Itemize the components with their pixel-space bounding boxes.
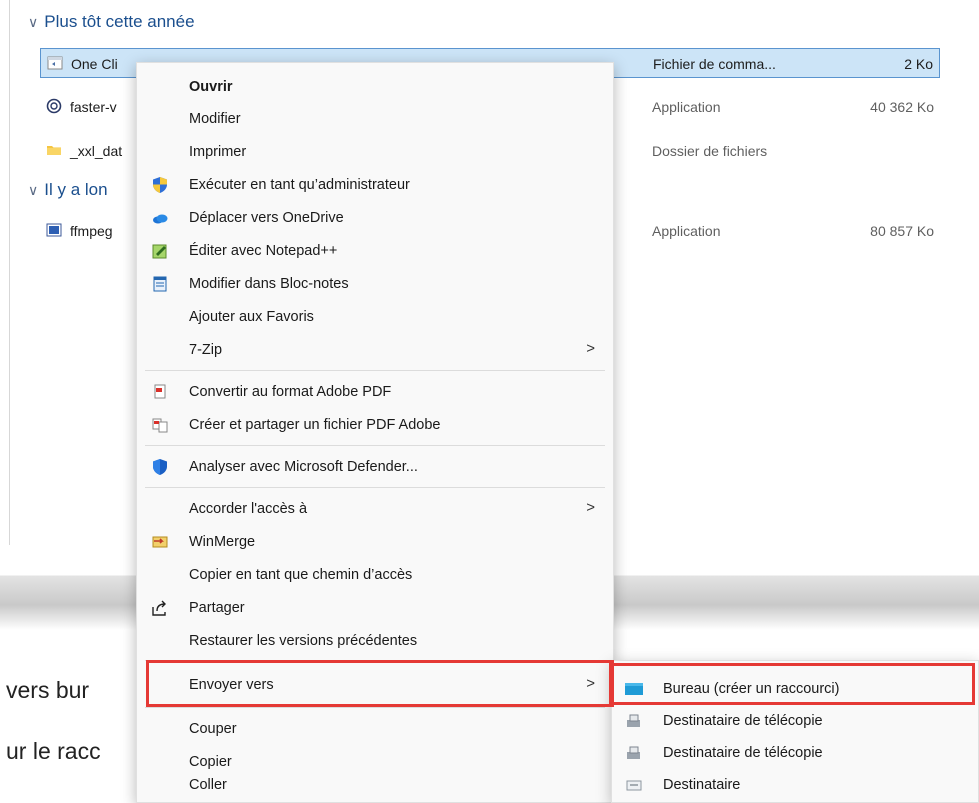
menu-item-winmerge[interactable]: WinMerge [137, 526, 613, 558]
menu-item-label: Créer et partager un fichier PDF Adobe [189, 417, 441, 433]
menu-item-label: Ouvrir [189, 79, 233, 95]
menu-item-notepadpp[interactable]: Éditer avec Notepad++ [137, 235, 613, 267]
file-size: 40 362 Ko [870, 99, 934, 115]
acrobat-share-icon [152, 418, 168, 433]
article-text-line: vers bur [6, 677, 90, 703]
menu-item-label: WinMerge [189, 534, 256, 550]
menu-item-label: Accorder l'accès à [189, 501, 308, 517]
article-text-line: ur le racc [6, 738, 101, 764]
menu-item-label: 7-Zip [189, 342, 223, 358]
application-icon [46, 223, 62, 237]
group-label: Il y a lon [44, 180, 108, 199]
menu-item-label: Exécuter en tant qu’administrateur [189, 177, 410, 193]
menu-item-label: Éditer avec Notepad++ [189, 243, 338, 259]
menu-item-7zip[interactable]: 7-Zip > [137, 334, 613, 366]
share-icon [152, 600, 166, 616]
menu-separator [145, 707, 605, 708]
menu-item-cut[interactable]: Couper [137, 713, 613, 745]
menu-item-label: Imprimer [189, 144, 247, 160]
menu-item-grant-access[interactable]: Accorder l'accès à > [137, 493, 613, 525]
menu-separator [145, 445, 605, 446]
chevron-down-icon: ∨ [28, 181, 39, 198]
uac-shield-icon [153, 177, 167, 193]
menu-item-copy-path[interactable]: Copier en tant que chemin d’accès [137, 559, 613, 591]
fax-icon [627, 714, 640, 727]
menu-item-share-pdf[interactable]: Créer et partager un fichier PDF Adobe [137, 409, 613, 441]
menu-item-label: Copier en tant que chemin d’accès [189, 567, 413, 583]
group-header-this-year[interactable]: ∨ Plus tôt cette année [28, 12, 195, 32]
menu-separator [145, 370, 605, 371]
menu-item-defender-scan[interactable]: Analyser avec Microsoft Defender... [137, 451, 613, 483]
menu-item-label: Partager [189, 600, 245, 616]
group-label: Plus tôt cette année [44, 12, 195, 31]
menu-item-label: Couper [189, 721, 237, 737]
acrobat-pdf-icon [154, 384, 166, 399]
file-type: Dossier de fichiers [652, 143, 768, 159]
menu-item-add-favorites[interactable]: Ajouter aux Favoris [137, 301, 613, 333]
notepadpp-icon [152, 244, 167, 259]
file-type: Fichier de comma... [653, 56, 776, 72]
menu-item-label: Analyser avec Microsoft Defender... [189, 459, 418, 475]
file-name: _xxl_dat [70, 143, 123, 159]
menu-item-label: Coller [189, 777, 227, 793]
folder-icon [47, 146, 61, 155]
winmerge-icon [152, 536, 168, 548]
pane-border [9, 0, 10, 545]
menu-separator [145, 487, 605, 488]
menu-item-label: Copier [189, 754, 232, 770]
menu-item-label: Convertir au format Adobe PDF [189, 384, 392, 400]
menu-item-edit[interactable]: Modifier [137, 103, 613, 135]
submenu-item-label: Destinataire de télécopie [663, 713, 823, 729]
onedrive-cloud-icon [153, 214, 168, 224]
submenu-item-label: Destinataire [663, 777, 741, 793]
fax-icon [627, 746, 640, 759]
file-name: faster-v [70, 99, 117, 115]
menu-item-label: Déplacer vers OneDrive [189, 210, 344, 226]
highlight-desktop-shortcut [609, 663, 975, 705]
menu-item-print[interactable]: Imprimer [137, 136, 613, 168]
menu-item-open[interactable]: Ouvrir [137, 71, 613, 103]
file-type: Application [652, 223, 721, 239]
menu-item-label: Modifier dans Bloc-notes [189, 276, 349, 292]
file-name: ffmpeg [70, 223, 113, 239]
file-size: 80 857 Ko [870, 223, 934, 239]
menu-item-paste[interactable]: Coller [137, 769, 613, 801]
chevron-right-icon: > [586, 499, 595, 516]
chevron-right-icon: > [586, 340, 595, 357]
menu-item-run-as-admin[interactable]: Exécuter en tant qu’administrateur [137, 169, 613, 201]
openai-app-icon [46, 98, 62, 114]
submenu-item-mail-recipient[interactable]: Destinataire [612, 769, 978, 801]
notepad-icon [153, 276, 167, 292]
menu-item-notepad[interactable]: Modifier dans Bloc-notes [137, 268, 613, 300]
menu-item-label: Modifier [189, 111, 241, 127]
file-type: Application [652, 99, 721, 115]
menu-item-label: Restaurer les versions précédentes [189, 633, 418, 649]
file-size: 2 Ko [904, 56, 933, 72]
menu-item-label: Ajouter aux Favoris [189, 309, 314, 325]
submenu-item-label: Destinataire de télécopie [663, 745, 823, 761]
highlight-send-to [146, 660, 614, 707]
file-name: One Cli [71, 56, 118, 72]
chevron-down-icon: ∨ [28, 13, 39, 30]
defender-shield-icon [153, 459, 167, 475]
menu-item-convert-pdf[interactable]: Convertir au format Adobe PDF [137, 376, 613, 408]
menu-item-move-onedrive[interactable]: Déplacer vers OneDrive [137, 202, 613, 234]
menu-item-share[interactable]: Partager [137, 592, 613, 624]
submenu-item-fax-2[interactable]: Destinataire de télécopie [612, 737, 978, 769]
mail-recipient-icon [626, 780, 642, 791]
submenu-item-fax-1[interactable]: Destinataire de télécopie [612, 705, 978, 737]
shortcut-file-icon [47, 56, 63, 70]
group-header-long-ago[interactable]: ∨ Il y a lon [28, 180, 108, 200]
menu-item-restore-versions[interactable]: Restaurer les versions précédentes [137, 625, 613, 657]
